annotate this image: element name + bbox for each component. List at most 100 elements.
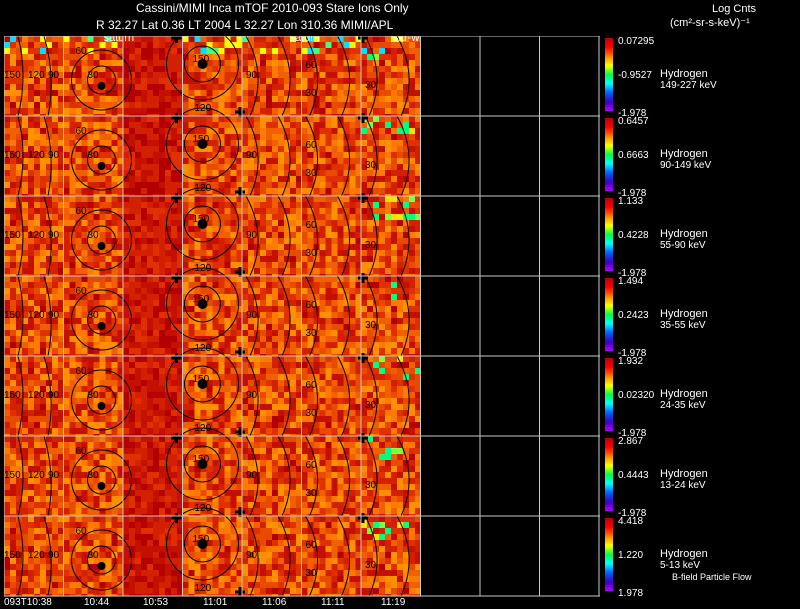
flux-pixel: [159, 238, 166, 245]
flux-pixel: [200, 392, 208, 399]
flux-pixel: [409, 84, 416, 91]
flux-pixel: [111, 140, 119, 147]
flux-pixel: [4, 356, 11, 363]
flux-pixel: [319, 102, 327, 109]
flux-pixel: [135, 374, 142, 381]
flux-pixel: [397, 300, 404, 307]
flux-pixel: [105, 356, 113, 363]
flux-pixel: [171, 300, 178, 307]
flux-pixel: [69, 36, 77, 43]
flux-pixel: [319, 428, 327, 435]
flux-pixel: [4, 294, 11, 301]
flux-pixel: [349, 226, 357, 233]
flux-pixel: [331, 208, 339, 215]
flux-pixel: [123, 232, 130, 239]
flux-pixel: [129, 196, 136, 203]
flux-pixel: [147, 306, 154, 313]
flux-pixel: [28, 404, 35, 411]
flux-pixel: [224, 96, 232, 103]
flux-pixel: [75, 72, 83, 79]
flux-pixel: [266, 324, 273, 331]
flux-pixel: [337, 342, 345, 349]
flux-pixel: [40, 404, 47, 411]
flux-pixel: [4, 460, 11, 467]
flux-pixel: [28, 208, 35, 215]
flux-pixel: [212, 398, 220, 405]
flux-pixel: [129, 54, 136, 61]
flux-pixel: [10, 108, 17, 115]
flux-pixel: [301, 108, 309, 115]
flux-pixel: [182, 300, 190, 307]
flux-pixel: [385, 84, 392, 91]
flux-pixel: [147, 54, 154, 61]
flux-pixel: [409, 60, 416, 67]
flux-pixel: [111, 196, 119, 203]
flux-pixel: [52, 422, 59, 429]
flux-pixel: [4, 276, 11, 283]
flux-pixel: [46, 276, 53, 283]
flux-pixel: [325, 294, 333, 301]
flux-pixel: [260, 220, 267, 227]
flux-pixel: [260, 336, 267, 343]
flux-pixel: [99, 336, 107, 343]
flux-pixel: [325, 208, 333, 215]
flux-pixel: [224, 152, 232, 159]
flux-pixel: [272, 84, 279, 91]
flux-pixel: [40, 220, 47, 227]
flux-pixel: [260, 208, 267, 215]
flux-pixel: [165, 134, 172, 141]
flux-pixel: [248, 214, 255, 221]
flux-pixel: [325, 220, 333, 227]
flux-pixel: [81, 84, 89, 91]
flux-pixel: [319, 170, 327, 177]
flux-pixel: [75, 306, 83, 313]
flux-pixel: [272, 410, 279, 417]
flux-pixel: [40, 84, 47, 91]
flux-pixel: [325, 238, 333, 245]
flux-pixel: [153, 244, 160, 251]
flux-pixel: [93, 276, 101, 283]
flux-pixel: [87, 362, 95, 369]
flux-pixel: [278, 72, 285, 79]
flux-pixel: [129, 312, 136, 319]
flux-pixel: [349, 146, 357, 153]
flux-pixel: [63, 232, 71, 239]
flux-pixel: [367, 54, 374, 61]
flux-pixel: [52, 294, 59, 301]
flux-pixel: [93, 182, 101, 189]
flux-pixel: [63, 336, 71, 343]
flux-pixel: [278, 294, 285, 301]
flux-pixel: [409, 410, 416, 417]
flux-pixel: [230, 276, 238, 283]
flux-pixel: [212, 202, 220, 209]
flux-pixel: [272, 146, 279, 153]
flux-pixel: [135, 66, 142, 73]
flux-pixel: [10, 196, 17, 203]
flux-pixel: [153, 318, 160, 325]
flux-pixel: [10, 300, 17, 307]
flux-pixel: [34, 108, 41, 115]
flux-pixel: [367, 300, 374, 307]
flux-pixel: [272, 244, 279, 251]
flux-pixel: [290, 96, 297, 103]
flux-pixel: [141, 256, 148, 263]
flux-pixel: [28, 342, 35, 349]
flux-pixel: [171, 90, 178, 97]
flux-pixel: [248, 96, 255, 103]
flux-pixel: [325, 250, 333, 257]
flux-pixel: [34, 208, 41, 215]
flux-pixel: [337, 158, 345, 165]
flux-pixel: [361, 416, 368, 423]
flux-pixel: [224, 386, 232, 393]
flux-pixel: [367, 312, 374, 319]
flux-pixel: [284, 60, 291, 67]
flux-pixel: [397, 78, 404, 85]
flux-pixel: [147, 386, 154, 393]
flux-pixel: [75, 196, 83, 203]
flux-pixel: [290, 250, 297, 257]
flux-pixel: [272, 188, 279, 195]
flux-pixel: [367, 294, 374, 301]
flux-pixel: [75, 232, 83, 239]
flux-pixel: [218, 342, 226, 349]
flux-pixel: [385, 276, 392, 283]
